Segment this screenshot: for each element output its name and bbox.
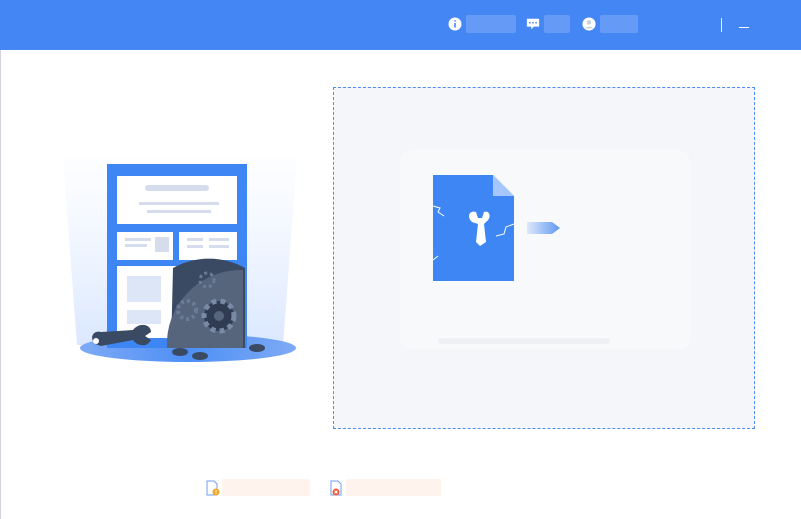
minimize-button[interactable] xyxy=(733,14,755,36)
broken-file-repair-icon xyxy=(432,175,560,281)
info-icon xyxy=(448,17,462,31)
user-avatar-icon xyxy=(582,17,596,31)
file-type-error-label xyxy=(346,479,441,496)
toolbar-divider xyxy=(721,18,722,32)
document-repair-illustration xyxy=(63,158,297,362)
file-dropzone[interactable] xyxy=(333,87,755,429)
window-edge xyxy=(0,50,1,519)
file-type-warning-tag xyxy=(206,479,310,496)
title-bar xyxy=(0,0,801,50)
dropzone-placeholder-line xyxy=(438,338,610,344)
feedback-button[interactable] xyxy=(526,15,570,33)
chat-icon xyxy=(526,18,540,30)
info-button[interactable] xyxy=(448,15,516,33)
file-type-warning-label xyxy=(222,479,310,496)
account-label xyxy=(600,15,638,33)
file-type-error-tag xyxy=(330,479,441,496)
feedback-label xyxy=(544,15,570,33)
account-button[interactable] xyxy=(582,15,638,33)
file-warning-icon xyxy=(206,480,220,495)
info-label xyxy=(466,15,516,33)
file-error-icon xyxy=(330,480,342,495)
